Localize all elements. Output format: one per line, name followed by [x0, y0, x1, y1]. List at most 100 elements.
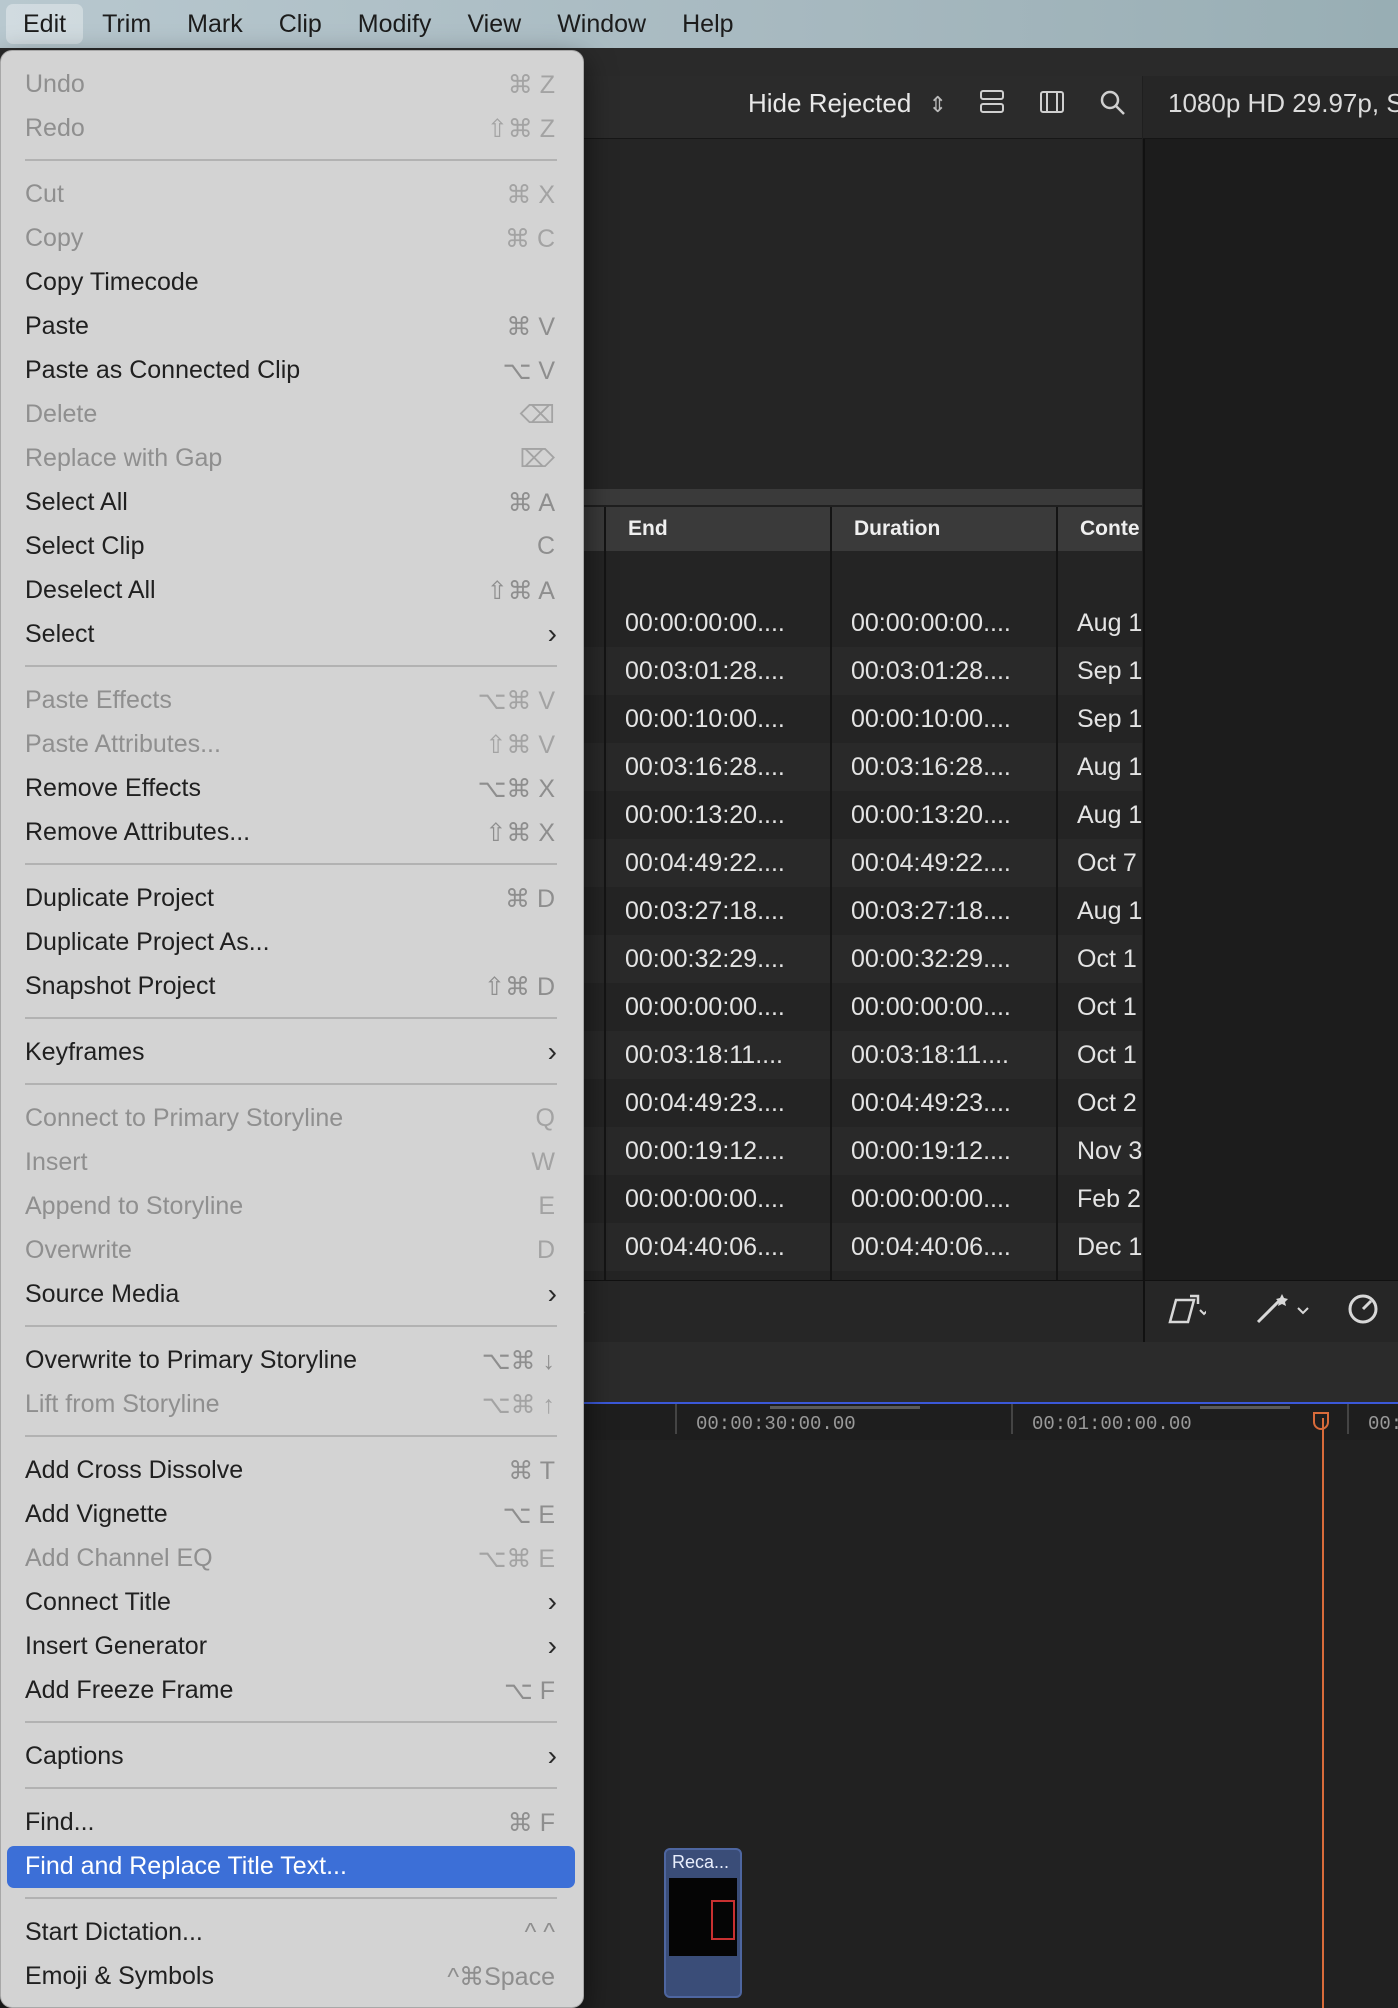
menu-item-cut[interactable]: Cut ⌘ X [7, 174, 575, 216]
menu-clip[interactable]: Clip [262, 4, 339, 44]
column-divider[interactable] [1056, 507, 1058, 1280]
menu-item-copy[interactable]: Copy ⌘ C [7, 218, 575, 260]
menu-item-shortcut: ⌥⌘ ↑ [481, 1391, 555, 1419]
menu-item-add-freeze-frame[interactable]: Add Freeze Frame ⌥ F [7, 1670, 575, 1712]
table-row[interactable]: 00:00:10:00.... 00:00:10:00.... Sep 1 [560, 695, 1142, 743]
column-divider[interactable] [604, 507, 606, 1280]
menu-item-shortcut: ⌘ Z [507, 71, 555, 99]
menu-item-label: Overwrite to Primary Storyline [25, 1346, 358, 1374]
column-header-content[interactable]: Conte [1080, 517, 1140, 541]
menu-item-label: Select [25, 620, 95, 648]
table-row[interactable]: 00:00:00:00.... 00:00:00:00.... Aug 1 [560, 599, 1142, 647]
cell-content: Feb 2 [1077, 1185, 1141, 1213]
menu-item-select-clip[interactable]: Select Clip C [7, 526, 575, 568]
menu-item-insert-generator[interactable]: Insert Generator › [7, 1626, 575, 1668]
menu-item-lift-from-storyline[interactable]: Lift from Storyline ⌥⌘ ↑ [7, 1384, 575, 1426]
menu-item-paste-connected[interactable]: Paste as Connected Clip ⌥ V [7, 350, 575, 392]
ruler-tick-label: 00:01:00:00.00 [1032, 1413, 1192, 1435]
menu-item-label: Copy [25, 224, 84, 252]
table-row[interactable]: 00:00:13:20.... 00:00:13:20.... Aug 1 [560, 791, 1142, 839]
menu-window[interactable]: Window [540, 4, 663, 44]
menu-item-label: Insert [25, 1148, 88, 1176]
menu-item-replace-with-gap[interactable]: Replace with Gap ⌦ [7, 438, 575, 480]
table-row[interactable]: 00:03:01:28.... 00:03:01:28.... Sep 1 [560, 647, 1142, 695]
cell-content: Dec 1 [1077, 1233, 1142, 1261]
menu-view[interactable]: View [450, 4, 538, 44]
clip-appearance-icon[interactable] [1166, 1292, 1209, 1334]
menu-item-label: Connect Title [25, 1588, 171, 1616]
menu-item-add-vignette[interactable]: Add Vignette ⌥ E [7, 1494, 575, 1536]
cell-content: Sep 1 [1077, 657, 1142, 685]
menu-item-paste-attributes[interactable]: Paste Attributes... ⇧⌘ V [7, 724, 575, 766]
clip-filter-popup[interactable]: Hide Rejected ⇕ [748, 88, 947, 119]
menu-item-insert[interactable]: Insert W [7, 1142, 575, 1184]
menu-item-redo[interactable]: Redo ⇧⌘ Z [7, 108, 575, 150]
playhead[interactable] [1322, 1418, 1324, 2008]
menu-item-overwrite[interactable]: Overwrite D [7, 1230, 575, 1272]
table-row[interactable]: 00:00:00:00.... 00:00:00:00.... Feb 2 [560, 1175, 1142, 1223]
menu-item-start-dictation[interactable]: Start Dictation... ^ ^ [7, 1912, 575, 1954]
menu-item-add-channel-eq[interactable]: Add Channel EQ ⌥⌘ E [7, 1538, 575, 1580]
menu-item-paste-effects[interactable]: Paste Effects ⌥⌘ V [7, 680, 575, 722]
table-row[interactable]: 00:00:00:00.... 00:00:00:00.... Oct 1 [560, 983, 1142, 1031]
menu-item-find[interactable]: Find... ⌘ F [7, 1802, 575, 1844]
menu-item-deselect-all[interactable]: Deselect All ⇧⌘ A [7, 570, 575, 612]
filmstrip-icon[interactable] [1038, 88, 1066, 123]
menu-item-copy-timecode[interactable]: Copy Timecode [7, 262, 575, 304]
menu-item-label: Select Clip [25, 532, 145, 560]
table-row[interactable]: 00:03:16:28.... 00:03:16:28.... Aug 1 [560, 743, 1142, 791]
menu-help[interactable]: Help [665, 4, 750, 44]
menu-item-captions[interactable]: Captions › [7, 1736, 575, 1778]
menu-item-find-replace-title[interactable]: Find and Replace Title Text... [7, 1846, 575, 1888]
menu-item-duplicate-project[interactable]: Duplicate Project ⌘ D [7, 878, 575, 920]
menu-item-connect-title[interactable]: Connect Title › [7, 1582, 575, 1624]
menu-edit[interactable]: Edit [6, 4, 84, 44]
magic-wand-icon[interactable] [1254, 1292, 1314, 1334]
column-header-duration[interactable]: Duration [854, 517, 940, 541]
menu-item-connect-primary[interactable]: Connect to Primary Storyline Q [7, 1098, 575, 1140]
column-divider[interactable] [830, 507, 832, 1280]
browser-scrollbar[interactable] [560, 489, 1142, 505]
table-row[interactable]: 00:04:49:23.... 00:04:49:23.... Oct 2 [560, 1079, 1142, 1127]
menu-item-delete[interactable]: Delete ⌫ [7, 394, 575, 436]
menu-trim[interactable]: Trim [85, 4, 168, 44]
menu-item-keyframes[interactable]: Keyframes › [7, 1032, 575, 1074]
menu-item-snapshot-project[interactable]: Snapshot Project ⇧⌘ D [7, 966, 575, 1008]
menu-item-emoji-symbols[interactable]: Emoji & Symbols ^⌘Space [7, 1956, 575, 1998]
speed-gauge-icon[interactable] [1346, 1292, 1380, 1334]
menu-item-overwrite-primary[interactable]: Overwrite to Primary Storyline ⌥⌘ ↓ [7, 1340, 575, 1382]
menu-item-select[interactable]: Select › [7, 614, 575, 656]
menu-item-append[interactable]: Append to Storyline E [7, 1186, 575, 1228]
table-row[interactable]: 00:03:18:11.... 00:03:18:11.... Oct 1 [560, 1031, 1142, 1079]
list-view-icon[interactable] [978, 88, 1006, 123]
column-header-end[interactable]: End [628, 517, 668, 541]
search-icon[interactable] [1098, 88, 1126, 123]
menu-item-paste[interactable]: Paste ⌘ V [7, 306, 575, 348]
timeline-clip[interactable]: Reca... [664, 1848, 742, 1998]
menu-item-remove-effects[interactable]: Remove Effects ⌥⌘ X [7, 768, 575, 810]
table-row[interactable]: 00:04:49:22.... 00:04:49:22.... Oct 7 [560, 839, 1142, 887]
menu-item-shortcut: ⌥⌘ X [477, 775, 555, 803]
menu-item-label: Paste Effects [25, 686, 172, 714]
menu-item-remove-attributes[interactable]: Remove Attributes... ⇧⌘ X [7, 812, 575, 854]
menu-item-add-cross-dissolve[interactable]: Add Cross Dissolve ⌘ T [7, 1450, 575, 1492]
menu-item-duplicate-project-as[interactable]: Duplicate Project As... [7, 922, 575, 964]
menu-item-source-media[interactable]: Source Media › [7, 1274, 575, 1316]
menu-mark[interactable]: Mark [170, 4, 260, 44]
cell-duration: 00:00:00:00.... [851, 609, 1011, 637]
menu-item-undo[interactable]: Undo ⌘ Z [7, 64, 575, 106]
menu-item-label: Add Freeze Frame [25, 1676, 234, 1704]
menu-item-shortcut: ⌘ D [505, 885, 555, 913]
table-row[interactable]: 00:03:27:18.... 00:03:27:18.... Aug 1 [560, 887, 1142, 935]
menu-item-select-all[interactable]: Select All ⌘ A [7, 482, 575, 524]
timeline-ruler[interactable] [560, 1404, 1398, 1440]
menu-modify[interactable]: Modify [341, 4, 449, 44]
menu-item-label: Find and Replace Title Text... [25, 1852, 347, 1880]
table-row[interactable]: 00:04:40:06.... 00:04:40:06.... Dec 1 [560, 1223, 1142, 1271]
table-row[interactable]: 00:00:19:12.... 00:00:19:12.... Nov 3 [560, 1127, 1142, 1175]
playhead-handle[interactable] [1313, 1412, 1329, 1430]
viewer-panel [1143, 76, 1398, 1342]
table-row[interactable]: 00:00:32:29.... 00:00:32:29.... Oct 1 [560, 935, 1142, 983]
menu-item-shortcut: ⌘ C [505, 225, 555, 253]
menu-item-shortcut: ⌥ E [502, 1501, 555, 1529]
